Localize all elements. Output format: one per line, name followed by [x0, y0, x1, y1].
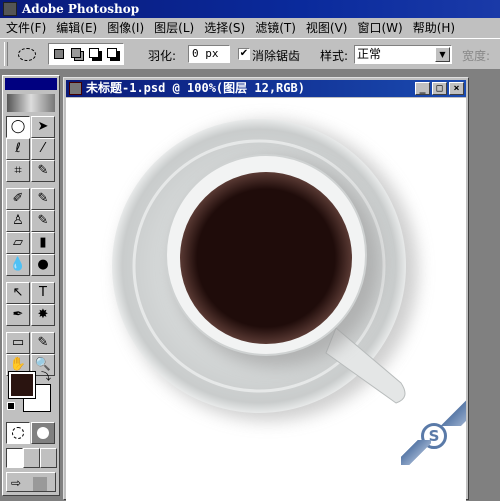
antialias-label: 消除锯齿	[252, 49, 301, 63]
quick-mask-mode-button[interactable]	[31, 422, 55, 444]
eyedropper-tool[interactable]: ✎	[31, 332, 55, 354]
dodge-tool[interactable]: ●	[31, 254, 55, 276]
menu-view[interactable]: 视图(V)	[304, 18, 356, 38]
menu-window[interactable]: 窗口(W)	[355, 18, 410, 38]
swap-colors-icon[interactable]: ⤵	[41, 368, 51, 383]
notes-tool[interactable]: ▭	[6, 332, 30, 354]
coffee	[180, 172, 352, 344]
clone-stamp-tool[interactable]: ♙	[6, 210, 30, 232]
options-grip[interactable]	[4, 42, 8, 66]
toolbox-title-bar[interactable]	[5, 78, 57, 90]
history-brush-tool[interactable]: ✎	[31, 210, 55, 232]
intersect-selection-icon[interactable]	[107, 48, 117, 58]
options-bar: 羽化: 0 px ✔ 消除锯齿 样式: 正常 ▼ 宽度:	[0, 38, 500, 70]
feather-label: 羽化:	[148, 49, 177, 63]
magic-wand-tool[interactable]: ⁄	[31, 138, 55, 160]
path-select-tool[interactable]: ↖	[6, 282, 30, 304]
app-title-bar: Adobe Photoshop	[0, 0, 500, 18]
maximize-button[interactable]: □	[432, 82, 447, 95]
style-label: 样式:	[320, 49, 349, 63]
toolbox: ◯ ➤ ℓ ⁄ ⌗ ✎ ✐ ✎ ♙ ✎ ▱ ▮ 💧 ● ↖ T ✒ ✸ ▭ ✎ ✋ 🔍 ⤵ ⇨	[2, 75, 60, 496]
document-title-bar[interactable]: 未标题-1.psd @ 100%(图层 12,RGB) _ □ ×	[66, 80, 466, 97]
document-title: 未标题-1.psd @ 100%(图层 12,RGB)	[86, 81, 305, 95]
menu-layer[interactable]: 图层(L)	[152, 18, 202, 38]
adobe-online-eye-icon[interactable]	[7, 94, 55, 112]
type-tool[interactable]: T	[31, 282, 55, 304]
brush-tool[interactable]: ✎	[31, 188, 55, 210]
lasso-tool[interactable]: ℓ	[6, 138, 30, 160]
menu-edit[interactable]: 编辑(E)	[54, 18, 105, 38]
ellipse-marquee-preset-icon[interactable]	[18, 48, 36, 61]
slice-tool[interactable]: ✎	[31, 160, 55, 182]
document-icon	[69, 82, 82, 95]
style-select-value: 正常	[357, 47, 382, 61]
minimize-button[interactable]: _	[415, 82, 430, 95]
width-label: 宽度:	[462, 49, 491, 63]
standard-mode-button[interactable]	[6, 422, 30, 444]
healing-brush-tool[interactable]: ✐	[6, 188, 30, 210]
menu-image[interactable]: 图像(I)	[105, 18, 152, 38]
standard-screen-mode-icon[interactable]	[6, 448, 23, 468]
foreground-color-swatch[interactable]	[8, 371, 36, 399]
close-button[interactable]: ×	[449, 82, 464, 95]
new-selection-icon[interactable]	[54, 49, 64, 59]
pen-tool[interactable]: ✒	[6, 304, 30, 326]
antialias-checkbox[interactable]: ✔	[238, 48, 250, 60]
add-to-selection-icon[interactable]	[71, 48, 81, 58]
custom-shape-tool[interactable]: ✸	[31, 304, 55, 326]
menu-file[interactable]: 文件(F)	[4, 18, 54, 38]
feather-input[interactable]: 0 px	[188, 45, 230, 63]
subtract-selection-icon[interactable]	[89, 48, 99, 58]
chevron-down-icon[interactable]: ▼	[435, 47, 450, 62]
selection-mode-group	[48, 43, 124, 65]
photoshop-app-icon	[3, 2, 17, 16]
style-select[interactable]: 正常 ▼	[354, 45, 452, 64]
document-window: 未标题-1.psd @ 100%(图层 12,RGB) _ □ × S	[63, 77, 469, 501]
gradient-tool[interactable]: ▮	[31, 232, 55, 254]
menu-select[interactable]: 选择(S)	[202, 18, 253, 38]
elliptical-marquee-tool[interactable]: ◯	[6, 116, 30, 138]
menu-bar: 文件(F) 编辑(E) 图像(I) 图层(L) 选择(S) 滤镜(T) 视图(V…	[0, 18, 500, 38]
blur-tool[interactable]: 💧	[6, 254, 30, 276]
full-screen-menu-mode-icon[interactable]	[23, 448, 40, 468]
jump-to-imageready-button[interactable]: ⇨	[6, 472, 56, 492]
app-title: Adobe Photoshop	[22, 2, 140, 16]
watermark-logo: S	[401, 398, 466, 501]
menu-filter[interactable]: 滤镜(T)	[253, 18, 304, 38]
image-canvas[interactable]: S	[66, 98, 466, 501]
crop-tool[interactable]: ⌗	[6, 160, 30, 182]
menu-help[interactable]: 帮助(H)	[411, 18, 463, 38]
default-colors-icon[interactable]	[7, 402, 15, 410]
full-screen-mode-icon[interactable]	[40, 448, 57, 468]
move-tool[interactable]: ➤	[31, 116, 55, 138]
eraser-tool[interactable]: ▱	[6, 232, 30, 254]
